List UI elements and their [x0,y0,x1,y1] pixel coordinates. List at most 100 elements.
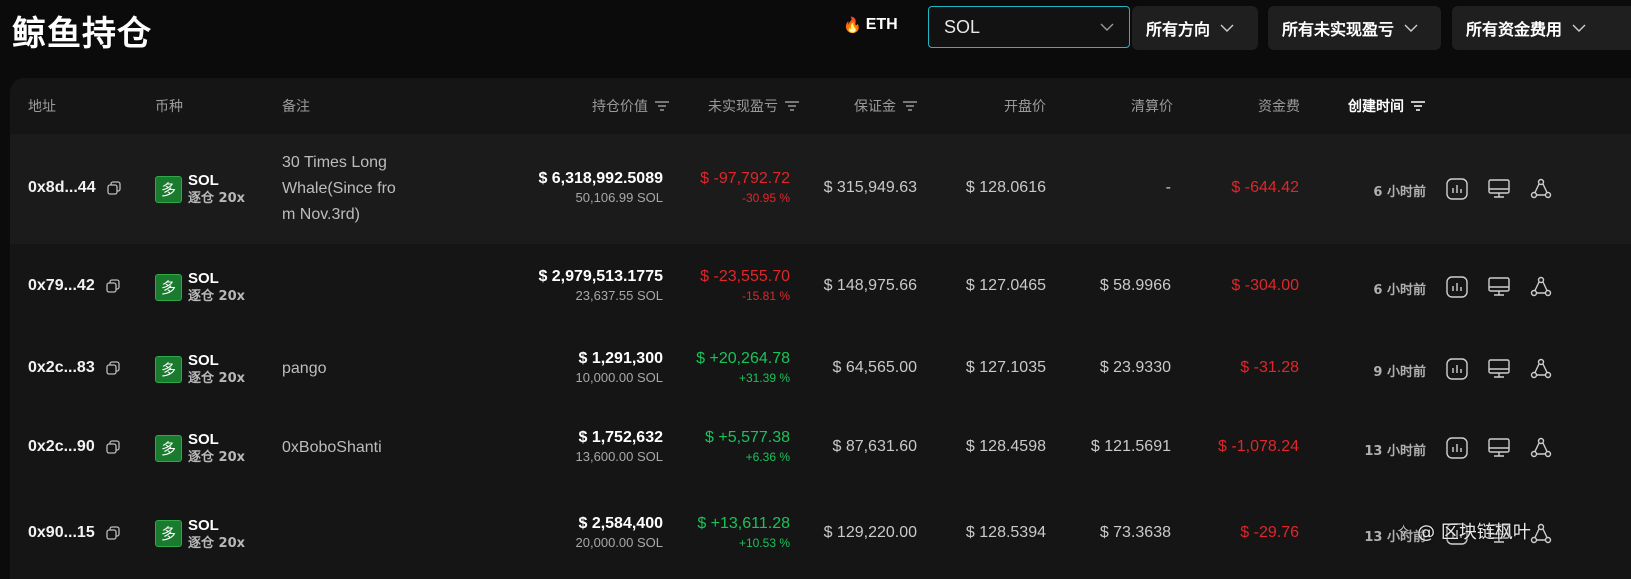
position-size: 50,106.99 SOL [575,190,663,205]
unrealized-pnl-percent: +6.36 % [745,450,790,464]
position-size: 13,600.00 SOL [575,449,663,464]
note-line: 0xBoboShanti [282,439,382,456]
fire-icon: 🔥 [843,17,862,34]
position-size: 10,000.00 SOL [575,370,663,385]
position-value-cell: $ 2,584,400 20,000.00 SOL [470,515,663,550]
chart-icon[interactable] [1445,357,1469,381]
entry-price: $ 128.5394 [965,523,1046,541]
chart-icon[interactable] [1445,177,1469,201]
eth-quick-filter[interactable]: 🔥 ETH [843,16,898,34]
coin-cell: 多 SOL 逐仓 20x [155,171,245,207]
unrealized-pnl-percent: +31.39 % [738,371,790,385]
address-cell: 0x2c...90 [28,438,121,456]
col-position-value[interactable]: 持仓价值 [510,96,670,116]
chevron-down-icon [1572,24,1586,32]
coin-cell: 多 SOL 逐仓 20x [155,516,245,552]
note-line: pango [282,360,327,377]
note-line: Whale(Since fro [282,180,396,197]
filter-bar: 🔥 ETH SOL 所有方向 所有未实现盈亏 所有资金费用 [0,6,1631,50]
coin-select-value: SOL [944,16,981,37]
unrealized-pnl-cell: $ +5,577.38 +6.36 % [650,429,790,464]
funding-fee: $ -304.00 [1231,277,1299,294]
monitor-icon[interactable] [1487,177,1511,201]
direction-dropdown[interactable]: 所有方向 [1132,6,1258,50]
eth-label: ETH [865,16,898,33]
position-size: 23,637.55 SOL [575,288,663,303]
long-badge: 多 [155,355,182,383]
margin-value: $ 64,565.00 [832,359,917,376]
position-value-cell: $ 2,979,513.1775 23,637.55 SOL [470,268,663,303]
position-value-cell: $ 1,291,300 10,000.00 SOL [470,350,663,385]
liquidation-price: $ 23.9330 [1099,359,1171,376]
share-icon[interactable] [1529,522,1553,546]
col-unrealized-pnl[interactable]: 未实现盈亏 [650,96,800,116]
created-time: 6 小时前 [1373,185,1426,200]
col-margin[interactable]: 保证金 [800,96,918,116]
coin-info: SOL 逐仓 20x [188,269,245,305]
share-icon[interactable] [1529,275,1553,299]
table-row: 0x8d...44 多 SOL 逐仓 20x 30 Times Long Whale(Si… [10,134,1631,244]
coin-info: SOL 逐仓 20x [188,516,245,552]
position-value: $ 1,291,300 [578,350,663,367]
monitor-icon[interactable] [1487,357,1511,381]
col-liq-price: 清算价 [1131,99,1173,115]
coin-cell: 多 SOL 逐仓 20x [155,269,245,305]
monitor-icon[interactable] [1487,275,1511,299]
margin-mode-leverage: 逐仓 20x [188,371,246,386]
direction-dropdown-label: 所有方向 [1146,20,1211,39]
copy-icon[interactable] [105,360,121,376]
unrealized-pnl: $ +20,264.78 [696,350,790,367]
coin-name: SOL [188,516,219,534]
copy-icon[interactable] [105,278,121,294]
created-time: 13 小时前 [1364,444,1426,459]
long-badge: 多 [155,273,182,301]
chevron-down-icon [1404,24,1418,32]
funding-fee: $ -1,078.24 [1218,438,1299,455]
col-funding-fee: 资金费 [1258,99,1300,115]
col-address: 地址 [28,99,56,115]
address-cell: 0x90...15 [28,524,121,542]
coin-info: SOL 逐仓 20x [188,171,245,207]
position-value-cell: $ 1,752,632 13,600.00 SOL [470,429,663,464]
sort-icon [1411,101,1425,111]
liquidation-price: $ 58.9966 [1099,277,1171,294]
monitor-icon[interactable] [1487,436,1511,460]
wallet-address[interactable]: 0x8d...44 [28,179,96,197]
watermark: ✧ @ 区块链枫叶 [1396,518,1531,544]
coin-info: SOL 逐仓 20x [188,430,245,466]
entry-price: $ 128.0616 [965,179,1046,196]
coin-select[interactable]: SOL [928,6,1130,48]
funding-dropdown[interactable]: 所有资金费用 [1452,6,1631,50]
address-cell: 0x2c...83 [28,359,121,377]
unrealized-pnl-percent: +10.53 % [738,535,790,550]
coin-info: SOL 逐仓 20x [188,351,245,387]
col-note: 备注 [282,99,310,115]
pnl-dropdown[interactable]: 所有未实现盈亏 [1268,6,1441,50]
col-coin: 币种 [155,99,183,115]
positions-table: 地址 币种 备注 持仓价值 未实现盈亏 保证金 开盘价 清算价 资金费 创建时间… [10,78,1631,579]
margin-mode-leverage: 逐仓 20x [188,191,246,206]
watermark-text: @ 区块链枫叶 [1417,522,1531,543]
table-row: 0x2c...83 多 SOL 逐仓 20x pango $ 1,291,300 10,00… [10,330,1631,408]
chart-icon[interactable] [1445,275,1469,299]
wallet-address[interactable]: 0x79...42 [28,277,95,295]
wallet-address[interactable]: 0x90...15 [28,524,95,542]
table-row: 0x2c...90 多 SOL 逐仓 20x 0xBoboShanti $ 1,752,6… [10,408,1631,488]
share-icon[interactable] [1529,177,1553,201]
margin-value: $ 129,220.00 [823,523,917,541]
copy-icon[interactable] [106,180,122,196]
col-entry-price: 开盘价 [1004,99,1046,115]
wallet-address[interactable]: 0x2c...90 [28,438,95,456]
unrealized-pnl-cell: $ -23,555.70 -15.81 % [650,268,790,303]
copy-icon[interactable] [105,525,121,541]
margin-value: $ 87,631.60 [832,438,917,455]
funding-fee: $ -31.28 [1240,359,1299,376]
col-created[interactable]: 创建时间 [1310,96,1426,116]
chart-icon[interactable] [1445,436,1469,460]
chevron-down-icon [1100,23,1114,31]
wallet-address[interactable]: 0x2c...83 [28,359,95,377]
share-icon[interactable] [1529,436,1553,460]
position-value: $ 1,752,632 [578,429,663,446]
copy-icon[interactable] [105,439,121,455]
share-icon[interactable] [1529,357,1553,381]
